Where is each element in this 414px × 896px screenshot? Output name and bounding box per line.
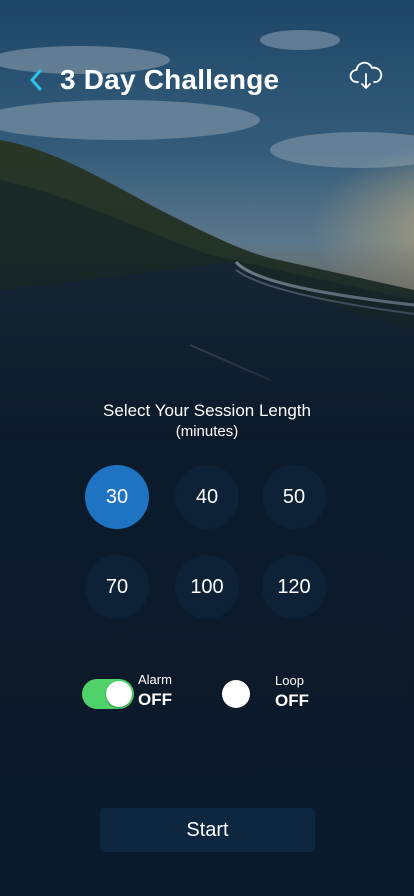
session-option-40[interactable]: 40 [175,465,239,529]
alarm-toggle-knob [106,681,132,707]
loop-state: OFF [275,691,309,710]
alarm-state: OFF [138,690,172,709]
session-option-30[interactable]: 30 [85,465,149,529]
session-option-50[interactable]: 50 [262,465,326,529]
download-button[interactable] [346,58,386,94]
loop-label: Loop [275,673,304,688]
session-option-70[interactable]: 70 [85,555,149,619]
alarm-label: Alarm [138,672,172,687]
settings-toggles: Alarm OFF Loop OFF [0,670,414,720]
challenge-screen: 3 Day Challenge Select Your Session Leng… [0,0,414,896]
session-length-prompt: Select Your Session Length (minutes) [0,400,414,442]
cloud-download-icon [349,61,383,89]
loop-toggle[interactable] [222,680,250,708]
session-option-100[interactable]: 100 [175,555,239,619]
back-button[interactable] [22,64,50,96]
chevron-left-icon [30,69,42,91]
session-option-120[interactable]: 120 [262,555,326,619]
session-length-unit: (minutes) [175,423,239,440]
alarm-toggle[interactable] [82,679,134,709]
session-length-options: 30 40 50 70 100 120 [85,465,329,621]
page-title: 3 Day Challenge [60,64,280,95]
start-button[interactable]: Start [100,808,315,852]
session-length-heading: Select Your Session Length [103,401,311,420]
header: 3 Day Challenge [0,58,414,102]
